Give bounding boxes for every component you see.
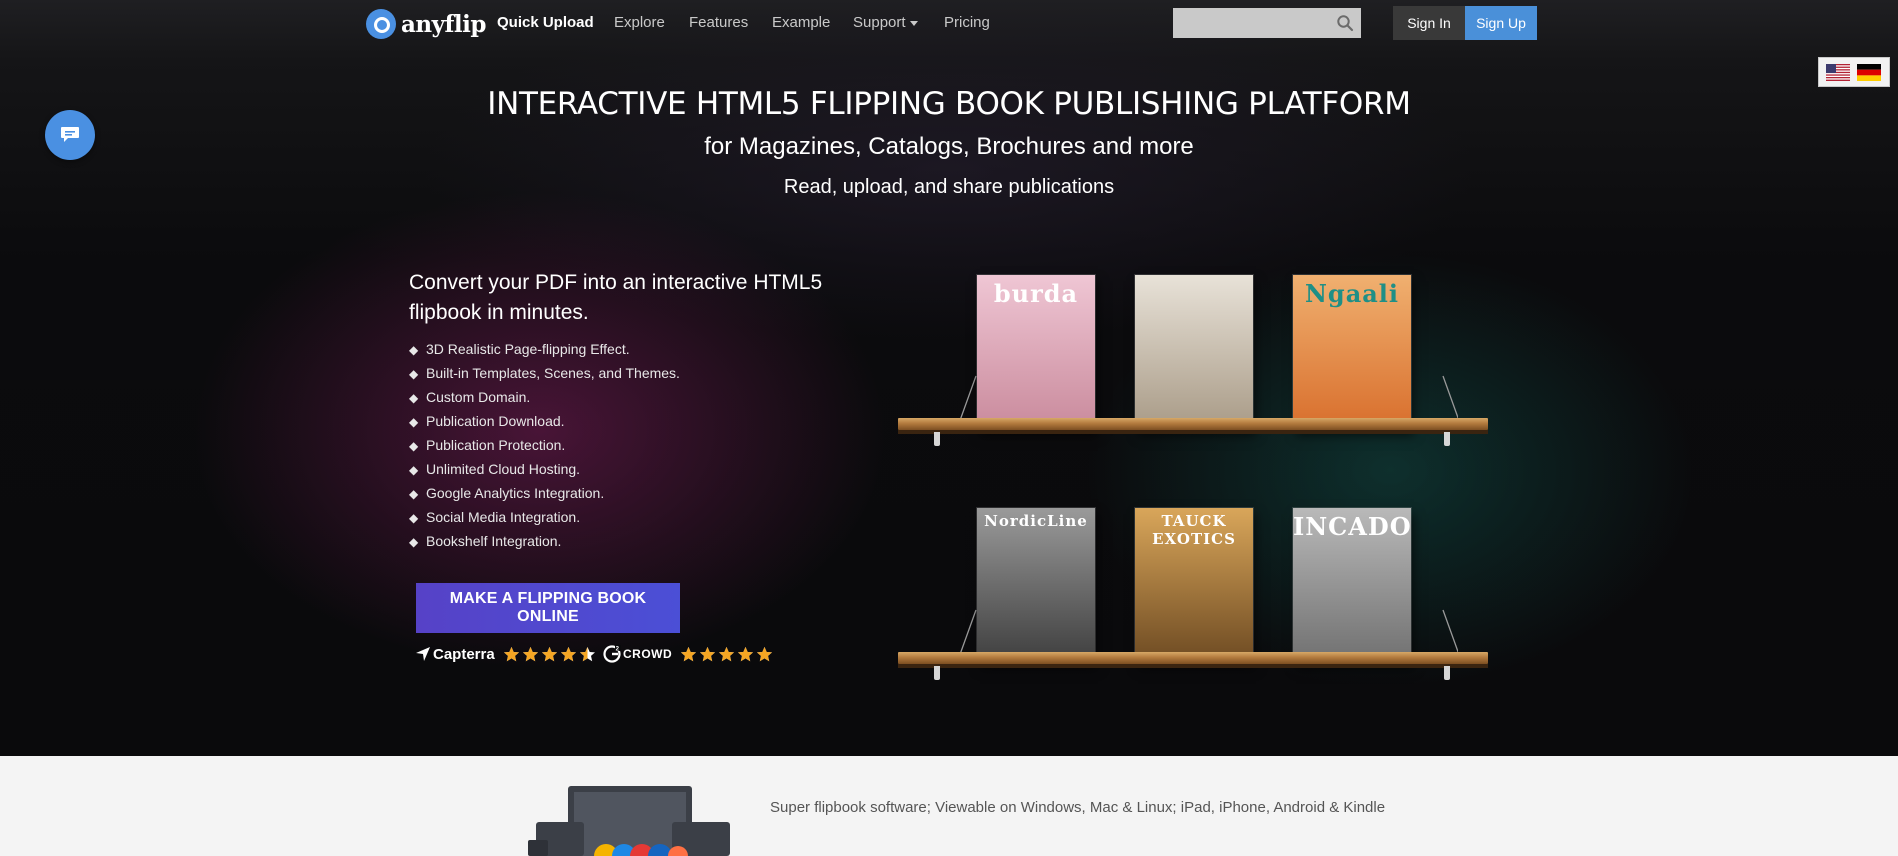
magazine-cover-title: NordicLine [984,512,1088,530]
feature-text: Built-in Templates, Scenes, and Themes. [426,365,680,381]
diamond-bullet-icon: ◆ [409,463,419,477]
feature-item: ◆ Publication Protection. [409,433,680,457]
search-box [1173,8,1361,38]
feature-item: ◆ Bookshelf Integration. [409,529,680,553]
magazine-cover[interactable]: TAUCK EXOTICS [1135,508,1253,663]
shelf-board [898,652,1488,664]
diamond-bullet-icon: ◆ [409,535,419,549]
magazine-cover[interactable]: Ngaali [1293,275,1411,430]
g2-crowd-rating[interactable]: 2 CROWD [603,643,775,665]
star-icon [737,646,755,663]
page-tagline: Read, upload, and share publications [783,176,1115,198]
logo-wordmark: anyflip [401,10,486,38]
nav-support-label: Support [853,14,906,31]
logo-mark-icon [366,9,396,39]
star-icon [699,646,717,663]
capterra-rating[interactable]: Capterra [415,643,598,665]
star-icon [560,646,578,663]
germany-flag-icon[interactable] [1857,64,1881,81]
feature-item: ◆ Social Media Integration. [409,505,680,529]
nav-pricing[interactable]: Pricing [944,14,990,31]
language-switcher [1818,57,1890,87]
shelf-bracket [1444,432,1450,446]
page-headline: INTERACTIVE HTML5 FLIPPING BOOK PUBLISHI… [487,86,1411,122]
search-input[interactable] [1173,8,1323,38]
intro-text: Convert your PDF into an interactive HTM… [409,271,823,324]
feature-list: ◆ 3D Realistic Page-flipping Effect. ◆ Bui… [409,337,680,553]
feature-item: ◆ Custom Domain. [409,385,680,409]
star-icon [579,646,597,663]
feature-text: Publication Download. [426,413,565,429]
g2-brand: CROWD [623,647,673,661]
magazine-cover-title: TAUCK EXOTICS [1152,512,1236,548]
diamond-bullet-icon: ◆ [409,343,419,357]
diamond-bullet-icon: ◆ [409,487,419,501]
feature-text: Google Analytics Integration. [426,485,605,501]
star-icon [756,646,774,663]
capterra-logo-icon [416,647,430,661]
diamond-bullet-icon: ◆ [409,439,419,453]
star-icon [680,646,698,663]
feature-text: Custom Domain. [426,389,531,405]
shelf-board [898,418,1488,430]
magazine-cover[interactable] [1135,275,1253,430]
feature-item: ◆ 3D Realistic Page-flipping Effect. [409,337,680,361]
anyflip-logo[interactable]: anyflip [366,9,486,39]
magazine-cover-title: INCADO [1293,512,1411,541]
feature-item: ◆ Unlimited Cloud Hosting. [409,457,680,481]
diamond-bullet-icon: ◆ [409,415,419,429]
star-icon [541,646,559,663]
shelf-bracket [934,666,940,680]
diamond-bullet-icon: ◆ [409,391,419,405]
make-flipping-book-button[interactable]: MAKE A FLIPPING BOOK ONLINE [416,583,680,633]
diamond-bullet-icon: ◆ [409,367,419,381]
platform-strip: Super flipbook software; Viewable on Win… [0,756,1898,856]
bookshelf-bottom: NordicLine TAUCK EXOTICS INCADO [898,500,1488,700]
capterra-brand: Capterra [433,645,495,663]
magazine-cover[interactable]: burda [977,275,1095,430]
feature-text: Social Media Integration. [426,509,581,525]
g2-logo-icon: 2 [603,645,621,663]
feature-text: Bookshelf Integration. [426,533,562,549]
caret-down-icon [909,20,918,26]
shelf-board-edge [898,430,1488,434]
shelf-bracket [934,432,940,446]
bookshelf-top: burda Ngaali [898,266,1488,466]
feature-text: Publication Protection. [426,437,566,453]
star-rating [680,646,775,663]
devices-illustration-icon [528,786,730,856]
us-flag-icon[interactable] [1826,64,1850,81]
sign-in-button[interactable]: Sign In [1393,6,1465,40]
nav-features[interactable]: Features [689,14,748,31]
feature-item: ◆ Google Analytics Integration. [409,481,680,505]
nav-example[interactable]: Example [772,14,830,31]
feature-item: ◆ Built-in Templates, Scenes, and Themes. [409,361,680,385]
sign-up-button[interactable]: Sign Up [1465,6,1537,40]
platform-caption: Super flipbook software; Viewable on Win… [770,799,1386,816]
magazine-cover[interactable]: NordicLine [977,508,1095,663]
top-navbar: anyflip Quick Upload Explore Features Ex… [0,0,1898,46]
feature-text: Unlimited Cloud Hosting. [426,461,581,477]
feature-text: 3D Realistic Page-flipping Effect. [426,341,630,357]
star-icon [718,646,736,663]
star-icon [522,646,540,663]
magazine-cover-title: Ngaali [1304,279,1400,308]
magazine-cover[interactable]: INCADO [1293,508,1411,663]
search-icon[interactable] [1336,14,1354,32]
magazine-cover-title: burda [993,279,1079,308]
nav-explore[interactable]: Explore [614,14,665,31]
nav-quick-upload[interactable]: Quick Upload [497,14,594,31]
star-rating [503,646,598,663]
diamond-bullet-icon: ◆ [409,511,419,525]
feature-item: ◆ Publication Download. [409,409,680,433]
shelf-board-edge [898,664,1488,668]
nav-support[interactable]: Support [853,14,918,31]
shelf-bracket [1444,666,1450,680]
star-icon [503,646,521,663]
page-subheadline: for Magazines, Catalogs, Brochures and m… [704,133,1194,160]
